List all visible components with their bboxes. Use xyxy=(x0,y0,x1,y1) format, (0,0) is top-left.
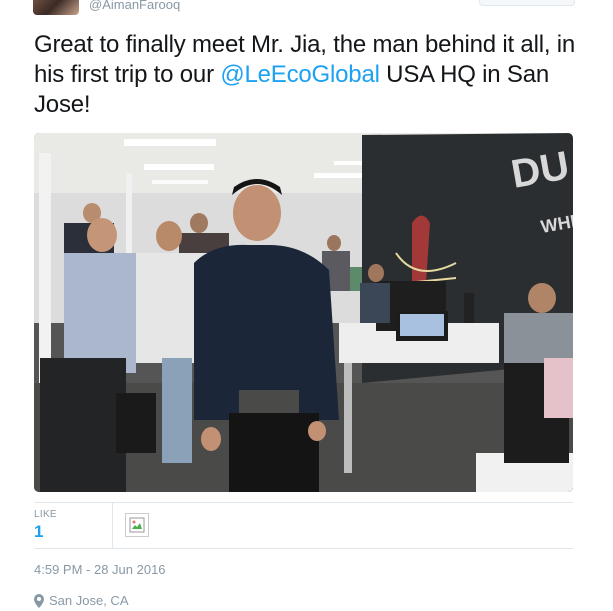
like-count[interactable]: 1 xyxy=(34,522,112,542)
tweet-text: Great to finally meet Mr. Jia, the man b… xyxy=(34,30,579,120)
user-handle[interactable]: @AimanFarooq xyxy=(89,0,180,12)
location-label[interactable]: San Jose, CA xyxy=(49,593,129,608)
follow-button[interactable] xyxy=(479,0,575,6)
tweet-header: @AimanFarooq xyxy=(33,0,180,16)
like-stat[interactable]: LIKE 1 xyxy=(34,502,113,548)
stats-bottom-divider xyxy=(34,548,573,549)
office-photo-illustration: DU WHE xyxy=(34,133,573,492)
broken-image-glyph xyxy=(129,517,145,533)
tweet-card: @AimanFarooq Great to finally meet Mr. J… xyxy=(0,0,613,611)
tweet-stats: LIKE 1 xyxy=(34,502,149,548)
like-label: LIKE xyxy=(34,508,57,520)
avatar[interactable] xyxy=(33,0,79,15)
tweet-timestamp[interactable]: 4:59 PM - 28 Jun 2016 xyxy=(34,562,166,577)
mention-link[interactable]: @LeEcoGlobal xyxy=(220,61,380,88)
tweet-location[interactable]: San Jose, CA xyxy=(34,593,129,608)
broken-image-icon[interactable] xyxy=(125,513,149,537)
tweet-photo[interactable]: DU WHE xyxy=(34,133,573,492)
map-pin-icon xyxy=(34,593,44,608)
